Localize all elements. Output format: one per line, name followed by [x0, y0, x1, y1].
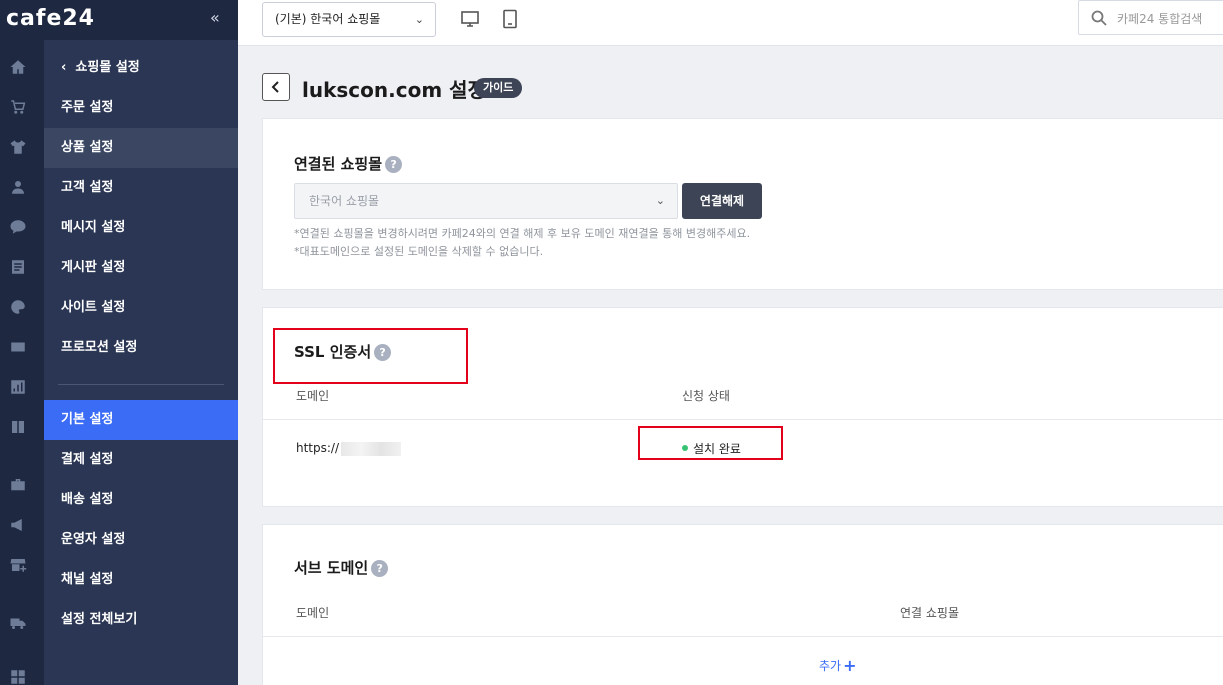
sub-domain-card: [262, 524, 1223, 685]
desktop-view-icon[interactable]: [460, 9, 480, 29]
menu-back-shop-settings[interactable]: ‹ 쇼핑몰 설정: [44, 48, 238, 88]
sub-domain-header-divider: [262, 636, 1223, 637]
board-icon[interactable]: [9, 258, 27, 276]
palette-icon[interactable]: [9, 298, 27, 316]
highlight-box-ssl-status: [638, 426, 783, 460]
shirt-icon[interactable]: [9, 138, 27, 156]
ssl-col-status: 신청 상태: [682, 389, 730, 403]
search-placeholder: 카페24 통합검색: [1117, 12, 1203, 26]
help-icon[interactable]: ?: [385, 156, 403, 173]
chart-icon[interactable]: [9, 378, 27, 396]
home-icon[interactable]: [9, 58, 27, 76]
ssl-col-domain: 도메인: [296, 389, 330, 403]
ssl-domain-text: https://: [296, 441, 340, 455]
user-icon[interactable]: [9, 178, 27, 196]
guide-badge[interactable]: 가이드: [474, 78, 523, 98]
sidebar-item-site[interactable]: 사이트 설정: [44, 288, 238, 328]
sidebar-item-payment[interactable]: 결제 설정: [44, 440, 238, 480]
sub-domain-title-text: 서브 도메인: [294, 559, 369, 577]
add-sub-domain-button[interactable]: 추가 +: [819, 656, 857, 675]
chevron-left-icon: ‹: [61, 60, 76, 75]
chevron-down-icon: ⌄: [655, 194, 665, 207]
collapse-sidebar-icon[interactable]: «: [210, 8, 220, 27]
highlight-box-ssl-title: [273, 328, 468, 384]
chevron-down-icon: ⌄: [414, 13, 424, 26]
page-title: lukscon.com 설정: [302, 78, 486, 102]
search-icon: [1091, 10, 1107, 26]
connected-shop-select[interactable]: 한국어 쇼핑몰 ⌄: [294, 183, 678, 219]
sidebar-item-channel[interactable]: 채널 설정: [44, 560, 238, 600]
connected-shop-title-text: 연결된 쇼핑몰: [294, 155, 383, 173]
sidebar-item-product[interactable]: 상품 설정: [44, 128, 238, 168]
sub-domain-title: 서브 도메인?: [294, 557, 389, 578]
sidebar-item-customer[interactable]: 고객 설정: [44, 168, 238, 208]
sidebar-item-admin[interactable]: 운영자 설정: [44, 520, 238, 560]
sidebar-item-board[interactable]: 게시판 설정: [44, 248, 238, 288]
connected-shop-note-1: *연결된 쇼핑몰을 변경하시려면 카페24와의 연결 해제 후 보유 도메인 재…: [294, 227, 751, 240]
apps-icon[interactable]: [9, 668, 27, 685]
sidebar-item-message[interactable]: 메시지 설정: [44, 208, 238, 248]
menu-back-label: 쇼핑몰 설정: [75, 60, 140, 75]
cafe24-logo[interactable]: cafe24: [6, 6, 95, 31]
sub-domain-col-domain: 도메인: [296, 606, 330, 620]
chat-icon[interactable]: [9, 218, 27, 236]
sidebar-item-shipping[interactable]: 배송 설정: [44, 480, 238, 520]
ssl-header-divider: [262, 419, 1223, 420]
mobile-view-icon[interactable]: [500, 9, 520, 29]
connected-shop-title: 연결된 쇼핑몰?: [294, 153, 403, 174]
plus-icon: +: [843, 656, 857, 675]
sidebar-item-basic[interactable]: 기본 설정: [44, 400, 238, 440]
back-button[interactable]: [262, 73, 290, 101]
sidebar-item-promotion[interactable]: 프로모션 설정: [44, 328, 238, 368]
sidebar-item-order[interactable]: 주문 설정: [44, 88, 238, 128]
logo-bar: cafe24 «: [0, 0, 238, 40]
shop-select[interactable]: (기본) 한국어 쇼핑몰 ⌄: [262, 2, 436, 37]
cart-icon[interactable]: [9, 98, 27, 116]
book-icon[interactable]: [9, 418, 27, 436]
promotion-icon[interactable]: [9, 338, 27, 356]
redacted-domain: [341, 441, 402, 456]
ssl-row-domain: https://: [296, 441, 402, 456]
add-label: 추가: [819, 659, 842, 673]
disconnect-button[interactable]: 연결해제: [682, 183, 762, 219]
sub-domain-col-shop: 연결 쇼핑몰: [900, 606, 960, 620]
menu-divider: [58, 384, 224, 385]
shop-select-value: (기본) 한국어 쇼핑몰: [275, 12, 381, 26]
store-add-icon[interactable]: [9, 556, 27, 574]
truck-icon[interactable]: [9, 614, 27, 632]
chevron-left-icon: [271, 81, 279, 93]
briefcase-icon[interactable]: [9, 476, 27, 494]
help-icon[interactable]: ?: [371, 560, 389, 577]
sidebar-item-all-settings[interactable]: 설정 전체보기: [44, 600, 238, 640]
megaphone-icon[interactable]: [9, 516, 27, 534]
connected-shop-value: 한국어 쇼핑몰: [309, 194, 380, 208]
search-input[interactable]: 카페24 통합검색: [1078, 0, 1223, 35]
connected-shop-note-2: *대표도메인으로 설정된 도메인을 삭제할 수 없습니다.: [294, 245, 544, 258]
